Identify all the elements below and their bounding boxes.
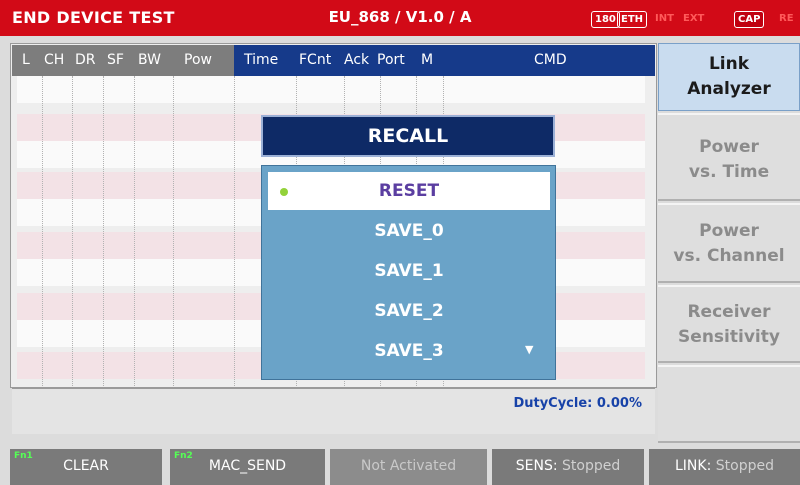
menu-empty-slot <box>658 365 800 443</box>
recall-item-reset[interactable]: RESET <box>268 172 550 210</box>
f5-label-group: LINK: Stopped <box>649 458 800 474</box>
column-divider <box>72 76 73 386</box>
col-dr: DR <box>75 52 96 68</box>
menu-link-analyzer[interactable]: Link Analyzer <box>658 43 800 111</box>
recall-item-save-1[interactable]: SAVE_1 <box>268 252 550 290</box>
fn2-mac-send-button[interactable]: Fn2 MAC_SEND <box>170 449 325 485</box>
down-arrow-icon[interactable]: ▼ <box>525 343 533 356</box>
menu-label: Power <box>699 137 759 157</box>
menu-label: vs. Time <box>688 162 770 182</box>
f5-link-button[interactable]: LINK: Stopped <box>649 449 800 485</box>
fn1-label: CLEAR <box>63 458 109 474</box>
selected-indicator-icon <box>280 188 288 196</box>
column-divider <box>234 76 235 386</box>
table-row[interactable] <box>17 76 645 103</box>
col-port: Port <box>377 52 405 68</box>
badge-int: INT <box>655 13 674 24</box>
f3-not-activated-button[interactable]: Not Activated <box>330 449 487 485</box>
recall-dialog-title: RECALL <box>261 115 555 157</box>
f4-sens-button[interactable]: SENS: Stopped <box>492 449 644 485</box>
menu-label: Analyzer <box>687 79 771 99</box>
menu-label: Sensitivity <box>678 327 780 347</box>
f5-label: LINK: <box>675 458 712 474</box>
col-cmd: CMD <box>534 52 567 68</box>
col-m: M <box>421 52 434 68</box>
header-left-group: L CH DR SF BW Pow <box>12 45 234 76</box>
top-bar: END DEVICE TEST EU_868 / V1.0 / A 180 ET… <box>0 0 800 36</box>
col-l: L <box>22 52 30 68</box>
menu-power-vs-channel[interactable]: Power vs. Channel <box>658 203 800 283</box>
header-right-group: Time FCnt Ack Port M CMD <box>234 45 655 76</box>
col-pow: Pow <box>184 52 212 68</box>
col-fcnt: FCnt <box>299 52 332 68</box>
menu-label: Link <box>708 54 750 74</box>
col-sf: SF <box>107 52 124 68</box>
badge-cap: CAP <box>734 11 765 28</box>
fn1-clear-button[interactable]: Fn1 CLEAR <box>10 449 162 485</box>
badge-re: RE <box>779 13 794 24</box>
recall-item-save-0[interactable]: SAVE_0 <box>268 212 550 250</box>
column-divider <box>103 76 104 386</box>
f4-label: SENS: <box>515 458 558 474</box>
col-time: Time <box>244 52 279 68</box>
f4-value: Stopped <box>562 458 621 474</box>
fn2-label: MAC_SEND <box>208 458 287 474</box>
column-divider <box>42 76 43 386</box>
menu-label: vs. Channel <box>673 246 785 266</box>
menu-receiver-sensitivity[interactable]: Receiver Sensitivity <box>658 285 800 363</box>
menu-power-vs-time[interactable]: Power vs. Time <box>658 113 800 201</box>
recall-item-save-2[interactable]: SAVE_2 <box>268 292 550 330</box>
table-header: L CH DR SF BW Pow Time FCnt Ack Port M C… <box>12 45 655 76</box>
badge-180: 180 <box>591 11 620 28</box>
col-ch: CH <box>44 52 65 68</box>
column-divider <box>173 76 174 386</box>
badge-eth: ETH <box>617 11 648 28</box>
f5-value: Stopped <box>715 458 774 474</box>
f3-label: Not Activated <box>360 458 457 474</box>
f4-label-group: SENS: Stopped <box>492 458 644 474</box>
column-divider <box>134 76 135 386</box>
menu-label: Power <box>699 221 759 241</box>
badge-ext: EXT <box>683 13 705 24</box>
col-ack: Ack <box>344 52 370 68</box>
app-title: END DEVICE TEST <box>12 8 175 27</box>
col-bw: BW <box>138 52 161 68</box>
menu-label: Receiver <box>687 302 771 322</box>
duty-cycle-readout: DutyCycle: 0.00% <box>513 396 642 411</box>
recall-item-save-3[interactable]: SAVE_3 <box>268 332 550 370</box>
status-area <box>12 388 655 434</box>
